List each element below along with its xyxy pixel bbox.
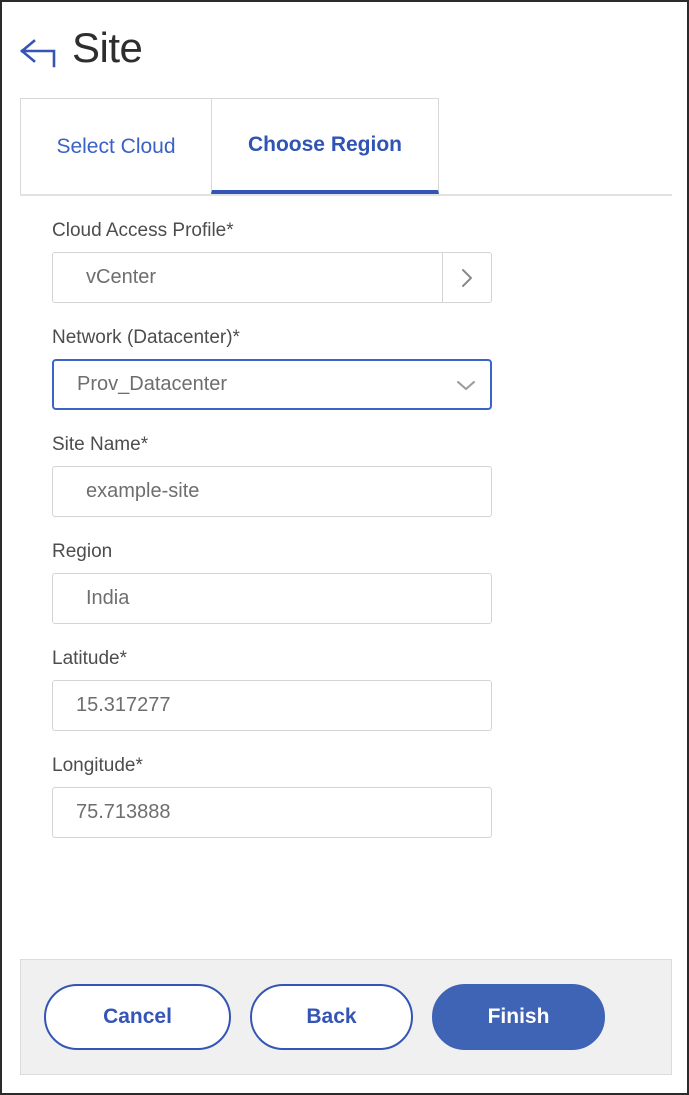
- finish-button-label: Finish: [487, 1005, 550, 1028]
- network-datacenter-toggle[interactable]: [442, 377, 490, 393]
- region-input[interactable]: India: [52, 573, 492, 624]
- cancel-button[interactable]: Cancel: [44, 984, 231, 1050]
- tab-select-cloud[interactable]: Select Cloud: [20, 98, 211, 194]
- field-network-datacenter: Network (Datacenter)* Prov_Datacenter: [52, 327, 672, 410]
- longitude-value: 75.713888: [76, 801, 171, 823]
- chevron-down-icon: [457, 380, 475, 390]
- network-datacenter-label: Network (Datacenter)*: [52, 327, 240, 348]
- tab-select-cloud-label: Select Cloud: [56, 134, 176, 158]
- site-name-value: example-site: [86, 480, 200, 502]
- region-value: India: [86, 587, 130, 609]
- back-button[interactable]: Back: [250, 984, 413, 1050]
- wizard-tabs: Select Cloud Choose Region: [20, 98, 672, 196]
- field-cloud-access-profile: Cloud Access Profile* vCenter: [52, 220, 672, 303]
- site-name-label: Site Name*: [52, 434, 149, 455]
- finish-button[interactable]: Finish: [432, 984, 605, 1050]
- site-name-input[interactable]: example-site: [52, 466, 492, 517]
- tab-choose-region-label: Choose Region: [247, 132, 402, 156]
- tab-choose-region[interactable]: Choose Region: [211, 98, 439, 194]
- cloud-access-profile-open-button[interactable]: [442, 253, 491, 302]
- site-wizard-screen: Site Select Cloud Choose Region Cloud Ac…: [0, 0, 689, 1095]
- network-datacenter-dropdown[interactable]: Prov_Datacenter: [52, 359, 492, 410]
- cloud-access-profile-label: Cloud Access Profile*: [52, 220, 234, 241]
- latitude-value: 15.317277: [76, 694, 171, 716]
- page-title: Site: [72, 24, 143, 71]
- cancel-button-label: Cancel: [103, 1005, 172, 1028]
- region-label: Region: [52, 541, 113, 562]
- field-latitude: Latitude* 15.317277: [52, 648, 672, 731]
- back-button-label: Back: [306, 1005, 357, 1028]
- chevron-right-icon: [462, 268, 472, 287]
- region-form: Cloud Access Profile* vCenter Network (D…: [20, 196, 672, 872]
- wizard-footer: Cancel Back Finish: [20, 959, 672, 1075]
- field-longitude: Longitude* 75.713888: [52, 755, 672, 838]
- longitude-label: Longitude*: [52, 755, 143, 776]
- latitude-input[interactable]: 15.317277: [52, 680, 492, 731]
- field-site-name: Site Name* example-site: [52, 434, 672, 517]
- field-region: Region India: [52, 541, 672, 624]
- network-datacenter-value: Prov_Datacenter: [77, 373, 228, 395]
- cloud-access-profile-value: vCenter: [86, 266, 157, 288]
- page-header: Site: [2, 2, 687, 72]
- latitude-label: Latitude*: [52, 648, 128, 669]
- back-arrow-icon[interactable]: [18, 34, 62, 68]
- wizard-card: Select Cloud Choose Region Cloud Access …: [20, 98, 672, 872]
- cloud-access-profile-control[interactable]: vCenter: [52, 252, 492, 303]
- longitude-input[interactable]: 75.713888: [52, 787, 492, 838]
